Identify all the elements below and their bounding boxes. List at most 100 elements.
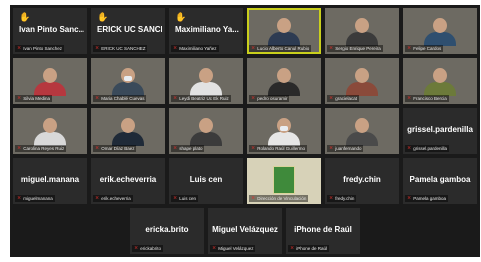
participant-tile[interactable]: fredy.chin ⨯ fredy.chin xyxy=(325,158,399,204)
participant-display-name: iPhone de Raúl xyxy=(294,225,352,234)
participant-video xyxy=(424,68,456,96)
participant-tile[interactable]: ⨯ Maria Chablé Cuevas xyxy=(91,58,165,104)
participant-name-label: ⨯ juanfernando xyxy=(327,145,364,152)
participant-name-label: ⨯ Maximiliano Yañez xyxy=(171,45,219,52)
muted-microphone-icon: ⨯ xyxy=(17,95,22,101)
muted-microphone-icon: ⨯ xyxy=(17,145,22,151)
muted-microphone-icon: ⨯ xyxy=(95,45,100,51)
participant-name: Rolando Raúl Guillermo xyxy=(257,146,305,151)
participant-name-label: ⨯ iPhone de Raúl xyxy=(288,245,329,252)
participant-name-label: ⨯ erickabrito xyxy=(132,245,163,252)
participant-name-label: ⨯ Silvia Medina xyxy=(15,95,52,102)
participant-name-label: ⨯ Ivan Pinto Sanchez xyxy=(15,45,64,52)
participant-name: gracielacat xyxy=(335,96,357,101)
participant-name-label: ⨯ grissel.pardenilla xyxy=(405,145,449,152)
participant-video xyxy=(346,68,378,96)
muted-microphone-icon: ⨯ xyxy=(407,95,412,101)
participant-name: Silvia Medina xyxy=(23,96,50,101)
participant-name-label: ⨯ Dirección de Vinculación xyxy=(249,195,309,202)
muted-microphone-icon: ⨯ xyxy=(251,45,256,51)
muted-microphone-icon: ⨯ xyxy=(95,95,100,101)
participant-tile[interactable]: ⨯ Rolando Raúl Guillermo xyxy=(247,108,321,154)
participant-name: Francisco Bercia xyxy=(413,96,447,101)
participant-tile[interactable]: ⨯ Omar Díaz Baez xyxy=(91,108,165,154)
muted-microphone-icon: ⨯ xyxy=(173,145,178,151)
participant-tile[interactable]: iPhone de Raúl ⨯ iPhone de Raúl xyxy=(286,208,360,254)
participant-tile[interactable]: Miguel Velázquez ⨯ Miguel Velázquez xyxy=(208,208,282,254)
participant-name-label: ⨯ Sergio Enrique Pereira xyxy=(327,45,383,52)
participant-display-name: Luis cen xyxy=(189,175,223,184)
participant-tile[interactable]: erik.echeverria ⨯ erik.echeverria xyxy=(91,158,165,204)
muted-microphone-icon: ⨯ xyxy=(173,195,178,201)
participant-name: Miguel Velázquez xyxy=(218,246,254,251)
participant-video xyxy=(190,118,222,146)
muted-microphone-icon: ⨯ xyxy=(95,195,100,201)
muted-microphone-icon: ⨯ xyxy=(173,95,178,101)
participant-name-label: ⨯ Leydi Beatriz Uc Ek Ruiz xyxy=(171,95,231,102)
face-mask xyxy=(124,76,132,81)
muted-microphone-icon: ⨯ xyxy=(212,245,217,251)
participant-name-label: ⨯ Rolando Raúl Guillermo xyxy=(249,145,307,152)
raised-hand-icon: ✋ xyxy=(97,12,109,22)
participant-display-name: Pamela gamboa xyxy=(409,175,471,184)
muted-microphone-icon: ⨯ xyxy=(329,195,334,201)
face-mask xyxy=(280,126,288,131)
participant-name-label: ⨯ miguelmanana xyxy=(15,195,55,202)
participant-display-name: grissel.pardenilla xyxy=(407,125,473,134)
participant-name: Pamela gamboa xyxy=(413,196,446,201)
participant-tile[interactable]: ⨯ gracielacat xyxy=(325,58,399,104)
muted-microphone-icon: ⨯ xyxy=(290,245,295,251)
participant-tile[interactable]: ⨯ Lucio Alberto Canul Rubio xyxy=(247,8,321,54)
participant-name-label: ⨯ erik.echeverria xyxy=(93,195,133,202)
participant-name-label: ⨯ Luis cen xyxy=(171,195,198,202)
participant-name: ERICK UC SANCHEZ xyxy=(101,46,146,51)
participant-tile[interactable]: ⨯ juanfernando xyxy=(325,108,399,154)
participant-tile[interactable]: Pamela gamboa ⨯ Pamela gamboa xyxy=(403,158,477,204)
participant-name-label: ⨯ Miguel Velázquez xyxy=(210,245,256,252)
participant-name: Maximiliano Yañez xyxy=(179,46,217,51)
muted-microphone-icon: ⨯ xyxy=(407,45,412,51)
participant-tile[interactable]: ⨯ Francisco Bercia xyxy=(403,58,477,104)
participant-tile[interactable]: Maximiliano Ya... ✋ ⨯ Maximiliano Yañez xyxy=(169,8,243,54)
participant-video xyxy=(34,118,66,146)
participant-tile[interactable]: ⨯ Sergio Enrique Pereira xyxy=(325,8,399,54)
participant-name-label: ⨯ Felipe Cardos xyxy=(405,45,444,52)
participant-name-label: ⨯ fredy.chin xyxy=(327,195,357,202)
participant-tile[interactable]: ⨯ Leydi Beatriz Uc Ek Ruiz xyxy=(169,58,243,104)
participant-tile[interactable]: ⨯ Silvia Medina xyxy=(13,58,87,104)
participant-tile[interactable]: Ivan Pinto Sanc... ✋ ⨯ Ivan Pinto Sanchez xyxy=(13,8,87,54)
participant-name-label: ⨯ Pamela gamboa xyxy=(405,195,448,202)
participant-tile[interactable]: grissel.pardenilla ⨯ grissel.pardenilla xyxy=(403,108,477,154)
participant-display-name: Miguel Velázquez xyxy=(212,225,278,234)
muted-microphone-icon: ⨯ xyxy=(329,95,334,101)
participant-video xyxy=(268,18,300,46)
muted-microphone-icon: ⨯ xyxy=(251,145,256,151)
participant-name-label: ⨯ Omar Díaz Baez xyxy=(93,145,137,152)
participant-name-label: ⨯ Francisco Bercia xyxy=(405,95,449,102)
participant-tile[interactable]: Luis cen ⨯ Luis cen xyxy=(169,158,243,204)
muted-microphone-icon: ⨯ xyxy=(134,245,139,251)
participant-video xyxy=(424,18,456,46)
raised-hand-icon: ✋ xyxy=(175,12,187,22)
participant-name: Carolina Reyes Ruiz xyxy=(23,146,65,151)
muted-microphone-icon: ⨯ xyxy=(95,145,100,151)
participant-tile[interactable]: ⨯ shape plato xyxy=(169,108,243,154)
participant-name: Ivan Pinto Sanchez xyxy=(23,46,62,51)
participant-display-name: Maximiliano Ya... xyxy=(175,25,239,34)
participant-tile[interactable]: ⨯ Felipe Cardos xyxy=(403,8,477,54)
participant-tile[interactable]: ERICK UC SANCH... ✋ ⨯ERICK UC SANCHEZ xyxy=(91,8,165,54)
muted-microphone-icon: ⨯ xyxy=(173,45,178,51)
participant-tile[interactable]: ⨯ Dirección de Vinculación xyxy=(247,158,321,204)
participant-tile[interactable]: miguel.manana ⨯ miguelmanana xyxy=(13,158,87,204)
participant-name: miguelmanana xyxy=(23,196,53,201)
participant-tile[interactable]: ⨯ Carolina Reyes Ruiz xyxy=(13,108,87,154)
participant-tile[interactable]: ⨯ pedro osuramir xyxy=(247,58,321,104)
muted-microphone-icon: ⨯ xyxy=(251,195,256,201)
participant-name-label: ⨯ shape plato xyxy=(171,145,205,152)
participant-display-name: erik.echeverria xyxy=(99,175,157,184)
participant-name: Dirección de Vinculación xyxy=(257,196,307,201)
participant-name: Felipe Cardos xyxy=(413,46,442,51)
participant-tile[interactable]: ericka.brito ⨯ erickabrito xyxy=(130,208,204,254)
participant-display-name: Ivan Pinto Sanc... xyxy=(19,25,84,34)
muted-microphone-icon: ⨯ xyxy=(407,145,412,151)
